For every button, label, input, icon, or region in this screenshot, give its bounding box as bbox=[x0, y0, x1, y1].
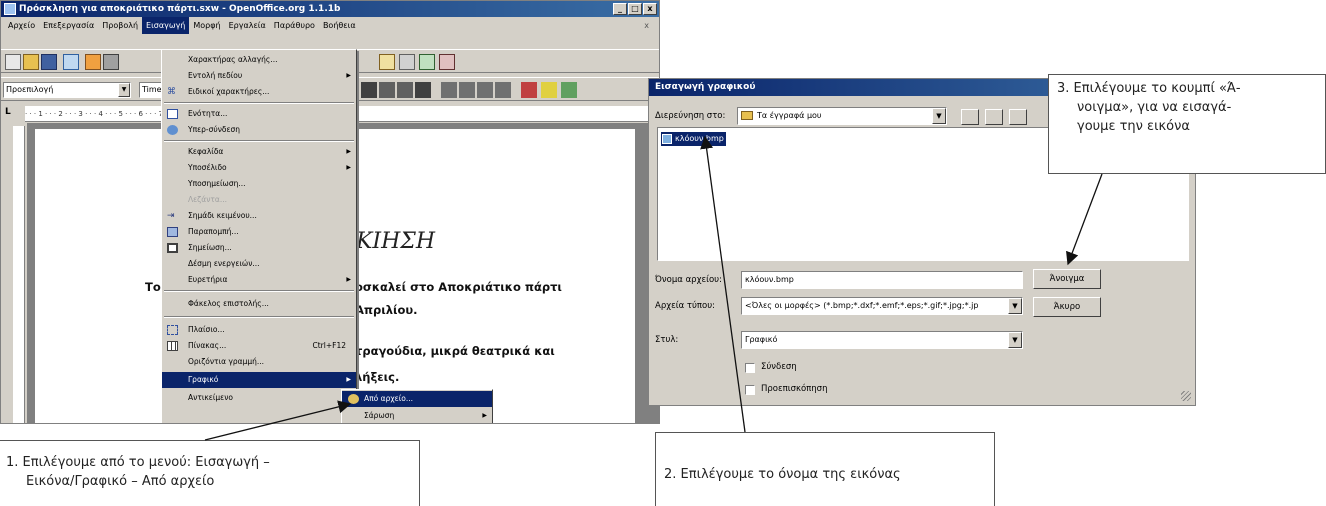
annotation-arrows bbox=[204, 135, 1103, 441]
arrow-step-1 bbox=[204, 400, 352, 441]
arrow-step-3 bbox=[1066, 173, 1103, 266]
arrow-step-2 bbox=[700, 135, 746, 433]
